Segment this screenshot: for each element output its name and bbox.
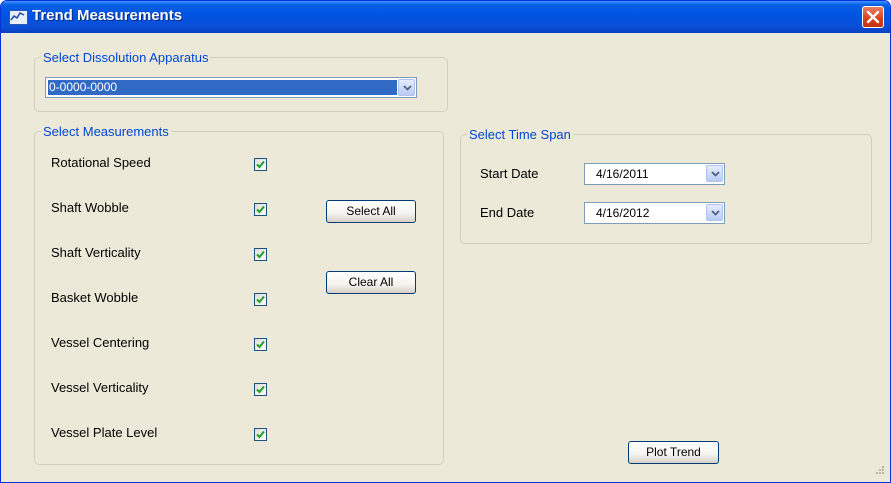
measurements-legend: Select Measurements [43,124,169,139]
measurement-label-vessel-verticality: Vessel Verticality [51,380,149,395]
clear-all-button[interactable]: Clear All [326,271,416,294]
time-span-groupbox: Select Time Span Start Date 4/16/2011 En… [460,127,872,244]
apparatus-selected-value: 0-0000-0000 [48,80,397,95]
dialog-body: Select Dissolution Apparatus 0-0000-0000… [4,33,887,479]
chevron-down-icon[interactable] [706,165,723,182]
checkbox-vessel-centering[interactable] [254,338,267,351]
end-date-label: End Date [480,205,535,220]
chevron-down-icon[interactable] [706,204,723,221]
chevron-down-icon[interactable] [398,79,415,96]
measurement-label-shaft-wobble: Shaft Wobble [51,200,129,215]
apparatus-groupbox: Select Dissolution Apparatus 0-0000-0000 [34,50,448,112]
end-date-value: 4/16/2012 [596,206,650,220]
chart-icon [9,10,28,25]
measurement-label-basket-wobble: Basket Wobble [51,290,139,305]
checkbox-vessel-plate-level[interactable] [254,428,267,441]
start-date-picker[interactable]: 4/16/2011 [584,163,725,185]
measurement-label-vessel-plate-level: Vessel Plate Level [51,425,158,440]
measurements-groupbox: Select Measurements Rotational Speed Sha… [34,124,444,465]
time-span-legend: Select Time Span [469,127,571,142]
title-bar[interactable]: Trend Measurements [1,1,890,33]
plot-trend-button[interactable]: Plot Trend [628,441,719,464]
checkbox-vessel-verticality[interactable] [254,383,267,396]
checkbox-shaft-verticality[interactable] [254,248,267,261]
measurement-label-vessel-centering: Vessel Centering [51,335,150,350]
checkbox-shaft-wobble[interactable] [254,203,267,216]
start-date-label: Start Date [480,166,539,181]
apparatus-legend: Select Dissolution Apparatus [43,50,209,65]
window-title: Trend Measurements [32,7,183,24]
checkbox-rotational-speed[interactable] [254,158,267,171]
end-date-picker[interactable]: 4/16/2012 [584,202,725,224]
measurement-label-shaft-verticality: Shaft Verticality [51,245,141,260]
resize-grip-icon[interactable] [873,465,885,477]
apparatus-dropdown[interactable]: 0-0000-0000 [45,77,417,98]
close-button[interactable] [862,6,884,28]
measurement-label-rotational-speed: Rotational Speed [51,155,151,170]
start-date-value: 4/16/2011 [596,167,649,181]
select-all-button[interactable]: Select All [326,200,416,223]
checkbox-basket-wobble[interactable] [254,293,267,306]
trend-measurements-window: Trend Measurements Select Dissolution Ap… [0,0,891,483]
